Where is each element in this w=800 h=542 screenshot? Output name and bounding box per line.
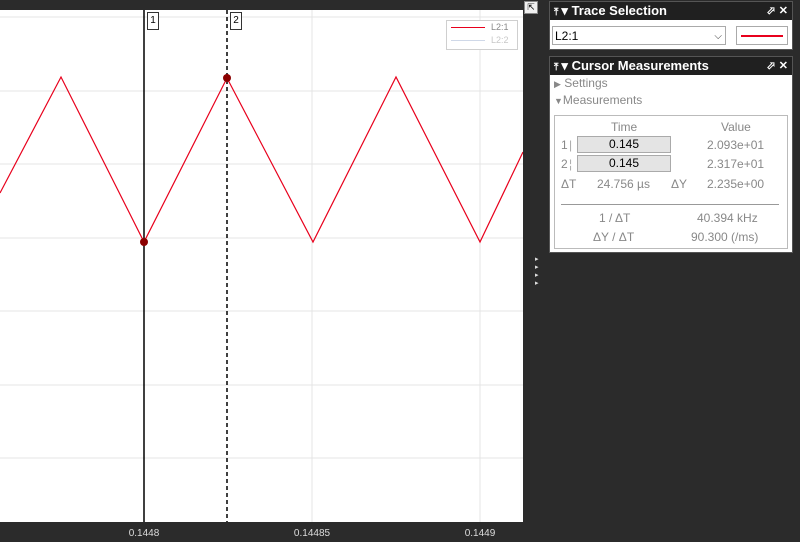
cursor-1-index: 1 <box>561 138 568 152</box>
trace-color-button[interactable] <box>736 26 788 45</box>
cursor-1-time-input[interactable]: 0.145 <box>577 136 671 153</box>
legend-label: L2:2 <box>491 35 509 45</box>
cursor-1-value: 2.093e+01 <box>707 138 765 152</box>
divider <box>561 204 779 205</box>
undock-icon[interactable]: ⇱ <box>524 1 538 14</box>
x-tick-label: 0.1449 <box>464 528 496 539</box>
cursor-2-line-icon: ¦ <box>569 157 573 171</box>
slope-value: 90.300 (/ms) <box>691 230 759 244</box>
chevron-down-icon[interactable]: ⌵ <box>714 27 722 46</box>
value-column-header: Value <box>721 120 751 134</box>
cursor-measurements-header[interactable]: ⤒ ▾ Cursor Measurements ⬀ ✕ <box>550 57 792 75</box>
panel-title: Cursor Measurements <box>571 58 709 73</box>
trace-selection-header[interactable]: ⤒ ▾ Trace Selection ⬀ ✕ <box>550 2 792 20</box>
trace-dropdown[interactable]: L2:1 ⌵ <box>552 26 726 45</box>
close-icon[interactable]: ✕ <box>779 60 788 72</box>
trace-dropdown-value: L2:1 <box>555 29 579 43</box>
plot-canvas[interactable] <box>0 0 523 542</box>
cursor-2-value: 2.317e+01 <box>707 157 765 171</box>
inverse-delta-t-value: 40.394 kHz <box>697 211 758 225</box>
inverse-delta-t-label: 1 / ΔT <box>599 211 631 225</box>
legend[interactable]: L2:1 L2:2 <box>446 20 518 50</box>
delta-t-value: 24.756 µs <box>597 177 650 191</box>
delta-y-value: 2.235e+00 <box>707 177 765 191</box>
plot-background <box>0 10 523 522</box>
slope-label: ΔY / ΔT <box>593 230 635 244</box>
cursor-2-tag[interactable]: 2 <box>230 12 242 30</box>
collapse-icon[interactable]: ▾ <box>561 3 568 18</box>
chevron-down-icon: ▼ <box>554 96 563 106</box>
settings-label: Settings <box>564 76 608 90</box>
close-icon[interactable]: ✕ <box>779 5 788 17</box>
cursor-measurements-panel: ⤒ ▾ Cursor Measurements ⬀ ✕ ▶ Settings ▼M… <box>549 56 793 253</box>
x-tick-label: 0.1448 <box>128 528 160 539</box>
collapse-icon[interactable]: ▾ <box>561 58 568 73</box>
pin-icon[interactable]: ⤒ <box>554 7 558 18</box>
legend-entry-l2-1[interactable]: L2:1 <box>447 21 517 34</box>
delta-y-label: ΔY <box>671 177 688 191</box>
legend-swatch <box>451 27 485 28</box>
chevron-right-icon: ▶ <box>554 79 561 89</box>
settings-section-toggle[interactable]: ▶ Settings <box>550 75 792 92</box>
x-axis-bar <box>0 522 523 542</box>
time-column-header: Time <box>611 120 638 134</box>
pin-icon[interactable]: ⤒ <box>554 62 558 73</box>
cursor-2-index: 2 <box>561 157 568 171</box>
cursor-1-line-icon: | <box>569 138 573 152</box>
trace-selection-panel: ⤒ ▾ Trace Selection ⬀ ✕ L2:1 ⌵ <box>549 1 793 50</box>
cursor-2-marker <box>223 74 231 82</box>
plot-area[interactable]: 1 2 L2:1 L2:2 0.1448 0.14485 0.1449 <box>0 0 523 542</box>
legend-swatch <box>451 40 485 41</box>
measurements-label: Measurements <box>562 93 643 107</box>
measurements-table: Time Value 1 | 0.145 2.093e+01 2 ¦ 0.145… <box>554 115 788 249</box>
cursor-1-marker <box>140 238 148 246</box>
legend-label: L2:1 <box>491 22 509 32</box>
delta-t-label: ΔT <box>561 177 577 191</box>
measurements-section-toggle[interactable]: ▼Measurements <box>550 92 792 109</box>
panel-title: Trace Selection <box>571 3 667 18</box>
panel-collapse-arrows-icon[interactable]: ▸ ▸ ▸ ▸ <box>535 256 543 288</box>
cursor-2-time-input[interactable]: 0.145 <box>577 155 671 172</box>
undock-icon[interactable]: ⬀ <box>767 60 776 72</box>
cursor-1-tag[interactable]: 1 <box>147 12 159 30</box>
trace-color-swatch <box>741 35 783 37</box>
undock-icon[interactable]: ⬀ <box>767 5 776 17</box>
legend-entry-l2-2[interactable]: L2:2 <box>447 34 517 47</box>
x-tick-label: 0.14485 <box>293 528 331 539</box>
